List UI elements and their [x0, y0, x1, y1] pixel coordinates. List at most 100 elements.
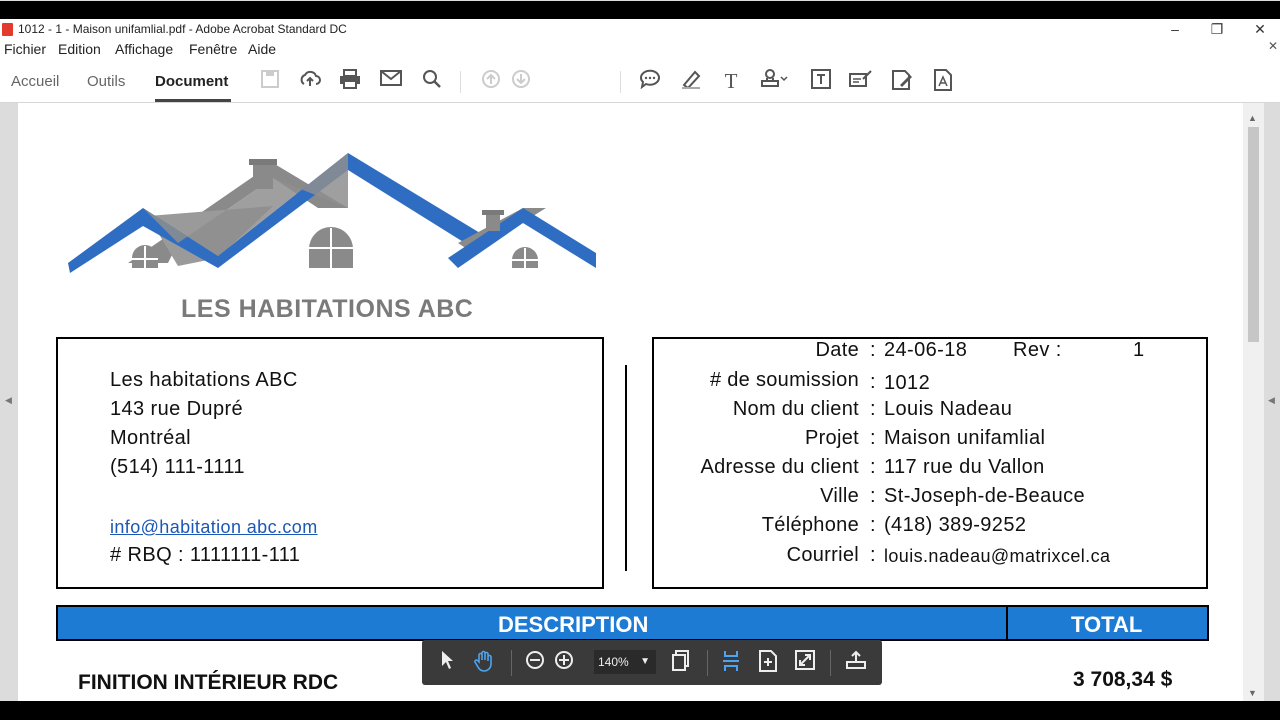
collapse-icon[interactable]: ✕ [1268, 39, 1278, 53]
client-address-value: 117 rue du Vallon [884, 456, 1045, 478]
description-table-header: DESCRIPTION TOTAL [56, 605, 1209, 641]
acrobat-window: 1012 - 1 - Maison unifamlial.pdf - Adobe… [0, 0, 1280, 720]
city-value: St-Joseph-de-Beauce [884, 485, 1086, 507]
line-item-label: FINITION INTÉRIEUR RDC [78, 671, 339, 694]
client-address-label: Adresse du client [700, 456, 859, 478]
highlight-icon[interactable] [679, 69, 703, 93]
city-label: Ville [820, 485, 859, 507]
company-city: Montréal [110, 427, 192, 449]
fullscreen-icon[interactable] [793, 650, 817, 674]
colon: : [870, 544, 876, 566]
minimize-button[interactable]: – [1155, 19, 1195, 39]
page-down-icon[interactable] [509, 69, 533, 93]
top-black-strip [0, 1, 1280, 19]
zoom-level-value: 140% [598, 655, 629, 669]
text-icon[interactable]: T [719, 69, 743, 93]
vertical-scrollbar[interactable]: ▲ ▼ [1243, 103, 1264, 701]
share-icon[interactable] [844, 650, 868, 674]
client-name-label: Nom du client [732, 398, 859, 420]
phone-label: Téléphone [761, 514, 859, 536]
stamp-icon[interactable] [760, 69, 788, 93]
menu-aide[interactable]: Aide [248, 41, 276, 57]
date-label: Date [815, 339, 859, 361]
bottom-black-strip [0, 701, 1280, 720]
project-label: Projet [804, 427, 859, 449]
company-name-line: Les habitations ABC [110, 369, 298, 391]
page-up-icon[interactable] [479, 69, 503, 93]
fill-sign-icon[interactable] [849, 69, 873, 93]
edit-pdf-icon[interactable] [890, 69, 914, 93]
toolbar-separator [460, 71, 461, 93]
colon: : [870, 485, 876, 507]
active-tab-indicator [155, 99, 231, 102]
save-icon[interactable] [258, 69, 282, 93]
colon: : [870, 339, 876, 361]
menu-edition[interactable]: Edition [58, 41, 101, 57]
search-icon[interactable] [420, 69, 444, 93]
chevron-down-icon: ▼ [640, 656, 650, 667]
toolbar-separator [511, 650, 512, 676]
colon: : [870, 398, 876, 420]
rev-label: Rev : [1013, 339, 1062, 361]
select-arrow-icon[interactable] [435, 650, 459, 674]
textbox-icon[interactable] [809, 69, 833, 93]
pdf-file-icon [2, 23, 13, 36]
expand-right-icon[interactable]: ◀ [1268, 395, 1275, 406]
menu-fenetre[interactable]: Fenêtre [189, 41, 237, 57]
left-panel-toggle[interactable]: ◀ [0, 103, 18, 701]
zoom-level-select[interactable]: 140% ▼ [594, 650, 656, 674]
scroll-mode-icon[interactable] [719, 650, 743, 674]
company-email-link[interactable]: info@habitation abc.com [110, 517, 318, 538]
rev-value: 1 [1133, 339, 1145, 361]
tab-document[interactable]: Document [155, 73, 228, 90]
menu-fichier[interactable]: Fichier [4, 41, 46, 57]
colon: : [870, 371, 876, 393]
hand-icon[interactable] [472, 650, 496, 674]
house-roof-logo [68, 153, 596, 273]
fit-page-icon[interactable] [756, 650, 780, 674]
toolbar-separator [830, 650, 831, 676]
menu-affichage[interactable]: Affichage [115, 41, 173, 57]
main-toolbar: Accueil Outils Document 1 / 1 [0, 59, 1280, 152]
title-bar: 1012 - 1 - Maison unifamlial.pdf - Adobe… [0, 19, 1280, 39]
upload-cloud-icon[interactable] [298, 69, 322, 93]
scroll-down-icon[interactable]: ▼ [1248, 688, 1257, 698]
quote-number-value: 1012 [884, 372, 931, 394]
email-icon[interactable] [379, 69, 403, 93]
total-header: TOTAL [1071, 612, 1143, 637]
colon: : [870, 456, 876, 478]
floating-page-toolbar: 140% ▼ [422, 640, 882, 685]
company-street: 143 rue Dupré [110, 398, 244, 420]
menu-bar: Fichier Edition Affichage Fenêtre Aide ✕ [0, 39, 1280, 59]
email-label: Courriel [786, 544, 859, 566]
window-title: 1012 - 1 - Maison unifamlial.pdf - Adobe… [18, 22, 347, 36]
description-header: DESCRIPTION [498, 612, 649, 637]
scrollbar-thumb[interactable] [1248, 127, 1259, 342]
right-panel-toggle[interactable]: ◀ [1264, 103, 1280, 701]
page-view-icon[interactable] [669, 650, 693, 674]
company-rbq: # RBQ : 1111111-111 [110, 544, 301, 566]
quote-number-label: # de soumission [709, 369, 859, 391]
export-pdf-icon[interactable] [931, 69, 955, 93]
colon: : [870, 427, 876, 449]
zoom-out-icon[interactable] [523, 650, 547, 674]
tab-outils[interactable]: Outils [87, 73, 125, 90]
scroll-up-icon[interactable]: ▲ [1248, 113, 1257, 123]
close-button[interactable]: ✕ [1240, 19, 1280, 39]
print-icon[interactable] [338, 69, 362, 93]
zoom-in-icon[interactable] [552, 650, 576, 674]
project-value: Maison unifamlial [884, 427, 1046, 449]
pdf-page: LES HABITATIONS ABC Les habitations ABC … [18, 103, 1243, 701]
email-value: louis.nadeau@matrixcel.ca [884, 546, 1111, 566]
toolbar-separator [707, 650, 708, 676]
expand-left-icon[interactable]: ◀ [5, 395, 12, 406]
comment-icon[interactable] [638, 69, 662, 93]
header-divider [1006, 607, 1008, 641]
restore-button[interactable]: ❐ [1197, 19, 1237, 39]
company-phone: (514) 111-1111 [110, 456, 245, 478]
toolbar-separator [620, 71, 621, 93]
client-name-value: Louis Nadeau [884, 398, 1013, 420]
company-logo-name: LES HABITATIONS ABC [181, 295, 474, 323]
phone-value: (418) 389-9252 [884, 514, 1027, 536]
tab-accueil[interactable]: Accueil [11, 73, 59, 90]
